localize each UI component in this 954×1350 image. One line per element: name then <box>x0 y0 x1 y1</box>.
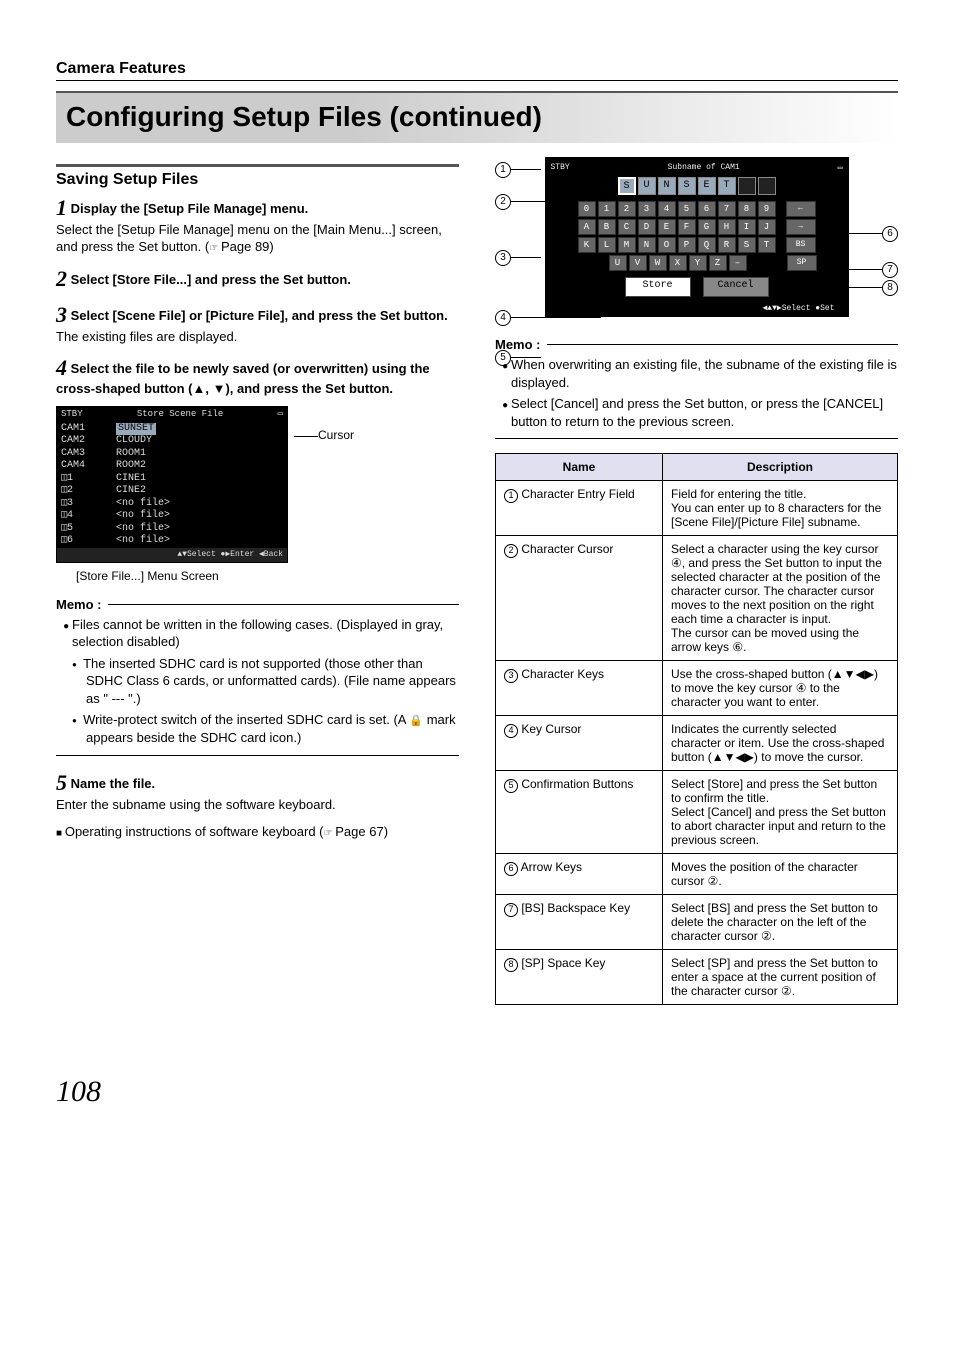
battery-icon: ▭ <box>838 163 843 173</box>
page-title-block: Configuring Setup Files (continued) <box>56 91 898 143</box>
step-body: The existing files are displayed. <box>56 328 459 346</box>
callout-2: 2 <box>495 194 511 210</box>
memo-end-rule <box>56 755 459 756</box>
lock-icon: 🔒 <box>409 714 423 729</box>
table-row: 5 Confirmation Buttons Select [Store] an… <box>496 771 898 854</box>
page-title: Configuring Setup Files (continued) <box>66 101 888 133</box>
table-row: 4 Key Cursor Indicates the currently sel… <box>496 716 898 771</box>
space-key: SP <box>787 255 817 271</box>
callout-4: 4 <box>495 310 511 326</box>
step-2: 2 Select [Store File...] and press the S… <box>56 266 459 292</box>
step-4: 4 Select the file to be newly saved (or … <box>56 355 459 396</box>
cursor-callout: Cursor <box>294 428 354 442</box>
step-title: Select [Scene File] or [Picture File], a… <box>71 308 448 323</box>
reference-line: Operating instructions of software keybo… <box>56 823 459 841</box>
step-1: 1 Display the [Setup File Manage] menu. … <box>56 195 459 256</box>
step-number: 1 <box>56 195 67 220</box>
kb-row-u: U V W X Y Z – SP <box>551 255 843 271</box>
memo-rule-icon <box>108 604 460 605</box>
callout-7: 7 <box>882 262 898 278</box>
step-body: Select the [Setup File Manage] menu on t… <box>56 221 459 256</box>
subsection-heading: Saving Setup Files <box>56 171 459 189</box>
memo-list: Files cannot be written in the following… <box>56 616 459 747</box>
step-3: 3 Select [Scene File] or [Picture File],… <box>56 302 459 346</box>
memo-heading: Memo : <box>495 337 898 352</box>
callout-5: 5 <box>495 350 511 366</box>
reference-icon: ☞ <box>324 828 336 839</box>
software-keyboard-screen: STBY Subname of CAM1 ▭ S U N S E T <box>545 157 849 317</box>
table-row: 7 [BS] Backspace Key Select [BS] and pre… <box>496 895 898 950</box>
description-table: Name Description 1 Character Entry Field… <box>495 453 898 1005</box>
step-number: 2 <box>56 266 67 291</box>
kb-confirmation-row: Store Cancel <box>551 277 843 297</box>
step-number: 4 <box>56 355 67 380</box>
memo-list: When overwriting an existing file, the s… <box>495 356 898 430</box>
section-header: Camera Features <box>56 60 898 81</box>
memo-heading: Memo : <box>56 597 459 612</box>
table-row: 3 Character Keys Use the cross-shaped bu… <box>496 661 898 716</box>
osd-stby-badge: STBY <box>61 409 83 420</box>
store-button: Store <box>625 277 691 297</box>
osd-footer: ▲▼Select ●▶Enter ◀Back <box>57 548 287 562</box>
memo-rule-icon <box>547 344 899 345</box>
table-row: 8 [SP] Space Key Select [SP] and press t… <box>496 950 898 1005</box>
step-title: Select [Store File...] and press the Set… <box>71 272 351 287</box>
divider <box>56 164 459 167</box>
osd-menu-figure: STBY Store Scene File ▭ CAM1SUNSET CAM2C… <box>56 406 459 562</box>
step-title: Display the [Setup File Manage] menu. <box>71 201 309 216</box>
table-row: 2 Character Cursor Select a character us… <box>496 536 898 661</box>
callout-1: 1 <box>495 162 511 178</box>
osd-title: Store Scene File <box>83 409 278 420</box>
keyboard-figure: 1 2 3 4 5 6 7 8 STBY Subname of CAM1 ▭ S <box>495 157 898 317</box>
callout-6: 6 <box>882 226 898 242</box>
battery-icon: ▭ <box>278 409 283 420</box>
page-number: 108 <box>56 1075 898 1109</box>
callout-3: 3 <box>495 250 511 266</box>
step-body: Enter the subname using the software key… <box>56 796 459 814</box>
cancel-button: Cancel <box>703 277 769 297</box>
step-title: Name the file. <box>71 776 156 791</box>
step-5: 5 Name the file. Enter the subname using… <box>56 770 459 814</box>
arrow-right-key: → <box>786 219 816 235</box>
table-row: 6 Arrow Keys Moves the position of the c… <box>496 854 898 895</box>
step-title: Select the file to be newly saved (or ov… <box>56 361 430 396</box>
step-number: 3 <box>56 302 67 327</box>
kb-row-a: A B C D E F G H I J → <box>551 219 843 235</box>
memo-end-rule <box>495 438 898 439</box>
figure-caption: [Store File...] Menu Screen <box>76 569 459 583</box>
callout-8: 8 <box>882 280 898 296</box>
table-header-desc: Description <box>663 454 898 481</box>
arrow-left-key: ← <box>786 201 816 217</box>
backspace-key: BS <box>786 237 816 253</box>
reference-icon: ☞ <box>209 243 221 254</box>
character-entry-field: S U N S E T <box>551 177 843 195</box>
table-row: 1 Character Entry Field Field for enteri… <box>496 481 898 536</box>
kb-row-digits: 0 1 2 3 4 5 6 7 8 9 ← <box>551 201 843 217</box>
step-number: 5 <box>56 770 67 795</box>
kb-row-k: K L M N O P Q R S T BS <box>551 237 843 253</box>
kb-stby-badge: STBY <box>551 163 570 173</box>
table-header-name: Name <box>496 454 663 481</box>
osd-screen: STBY Store Scene File ▭ CAM1SUNSET CAM2C… <box>56 406 288 562</box>
